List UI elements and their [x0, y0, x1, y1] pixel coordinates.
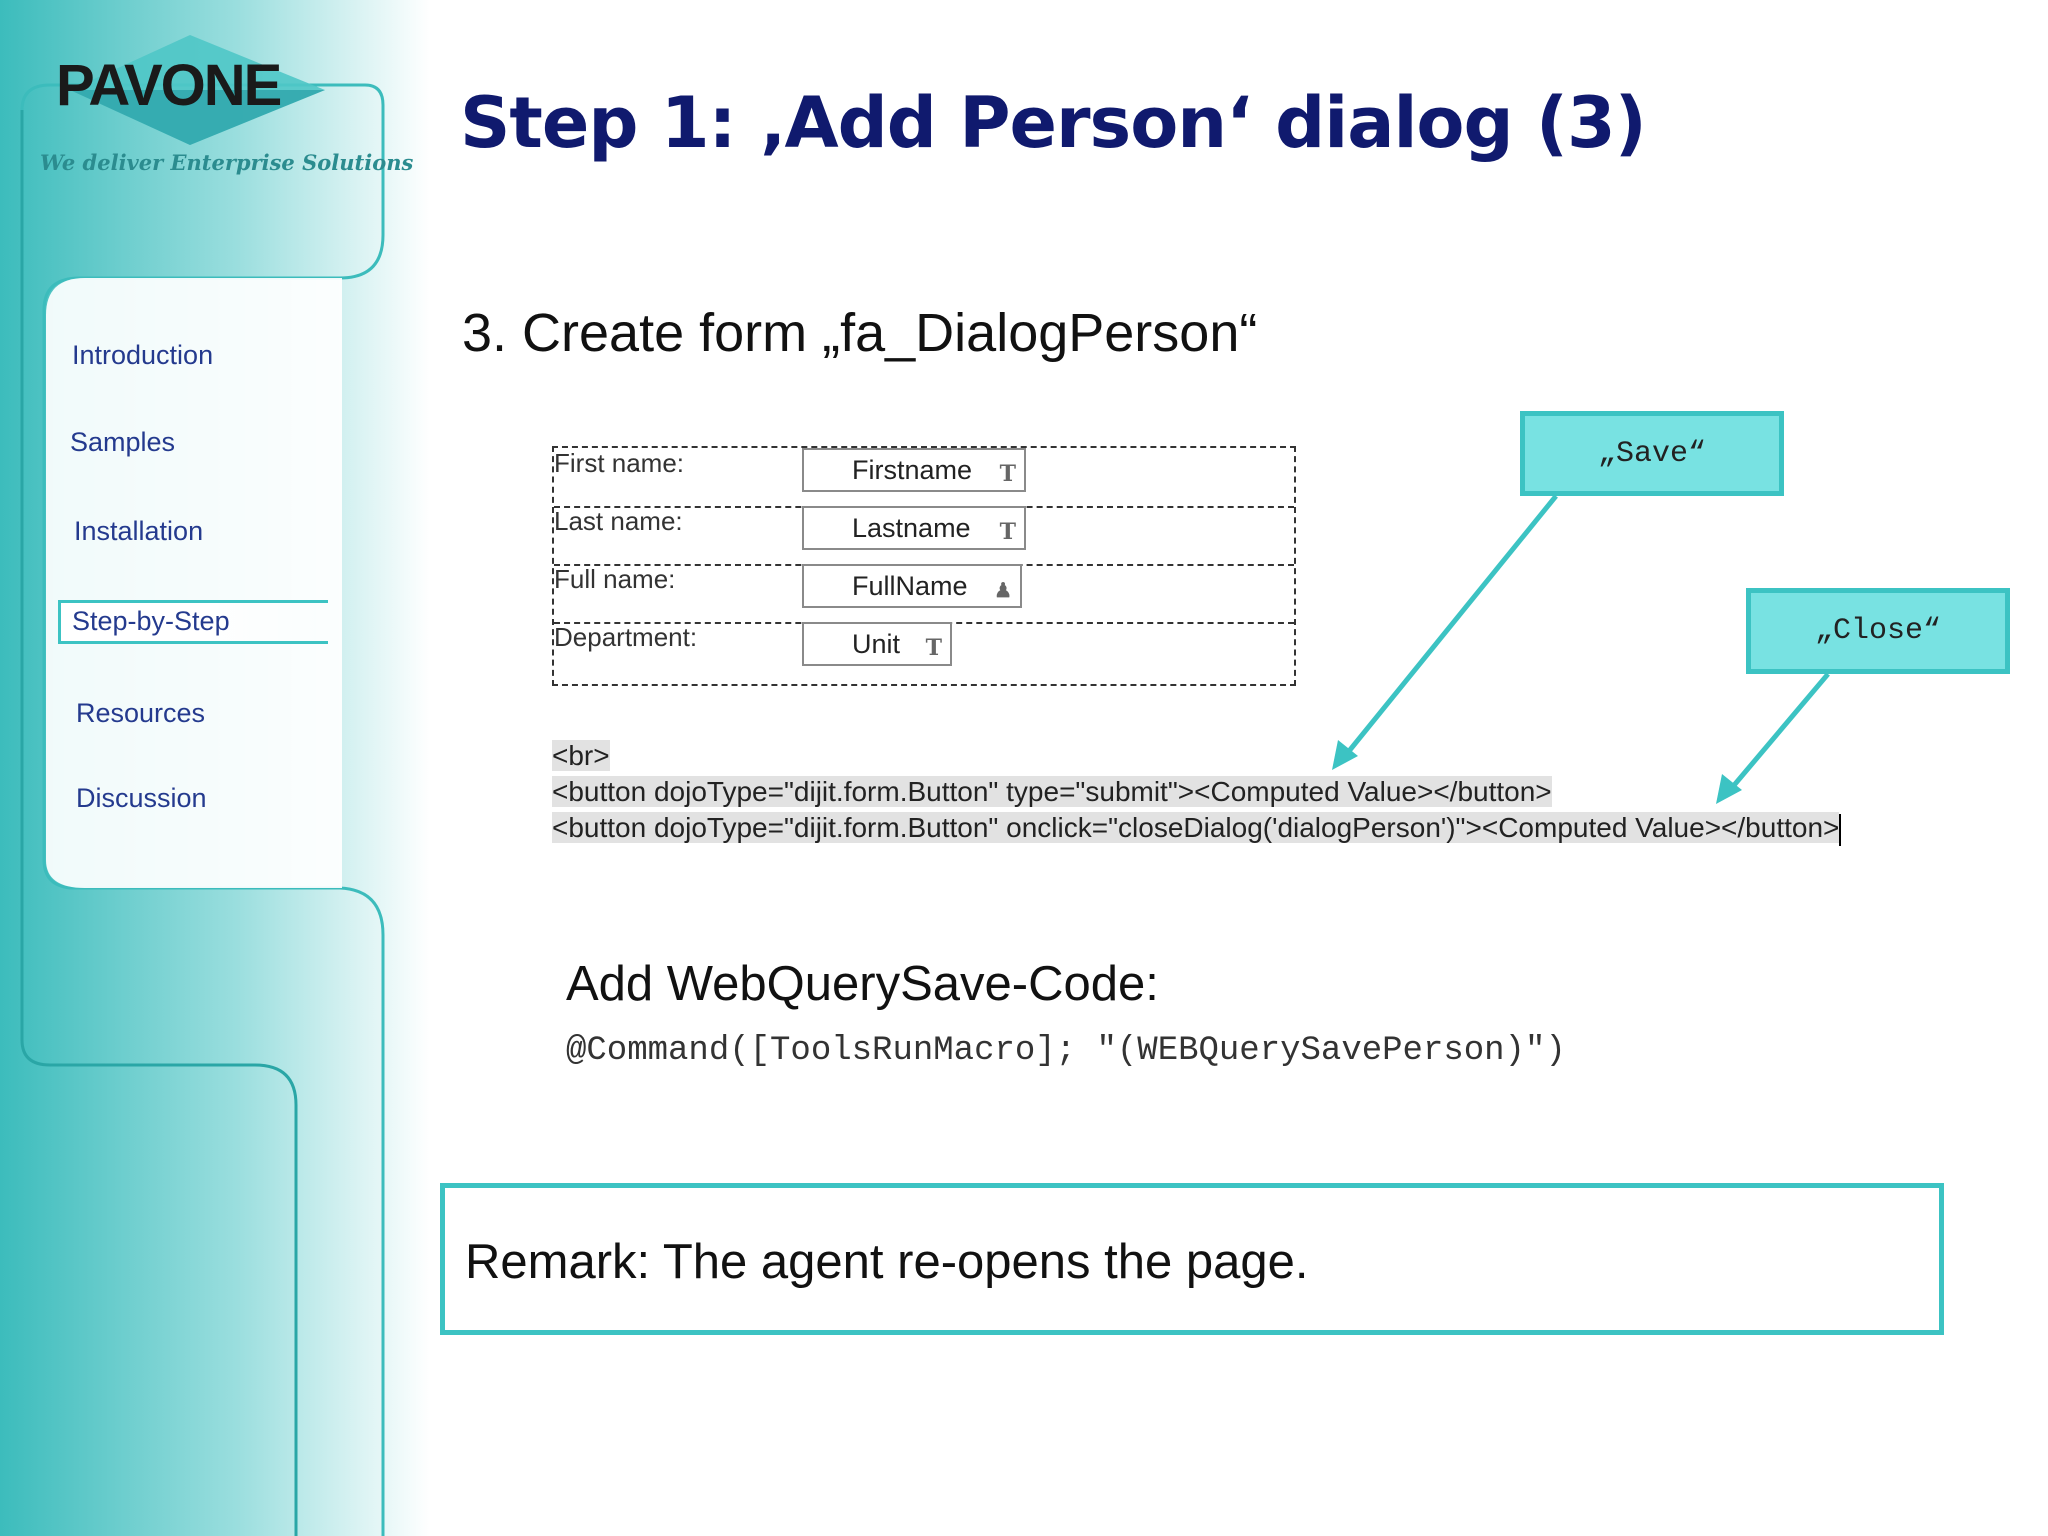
remark-box: Remark: The agent re-opens the page. — [440, 1183, 1944, 1335]
webquerysave-code: @Command([ToolsRunMacro]; "(WEBQuerySave… — [566, 1032, 1566, 1070]
remark-text: Remark: The agent re-opens the page. — [465, 1235, 1309, 1289]
save-callout: „Save“ — [1520, 411, 1784, 496]
close-callout: „Close“ — [1746, 588, 2010, 674]
webquerysave-heading: Add WebQuerySave-Code: — [566, 957, 1159, 1011]
